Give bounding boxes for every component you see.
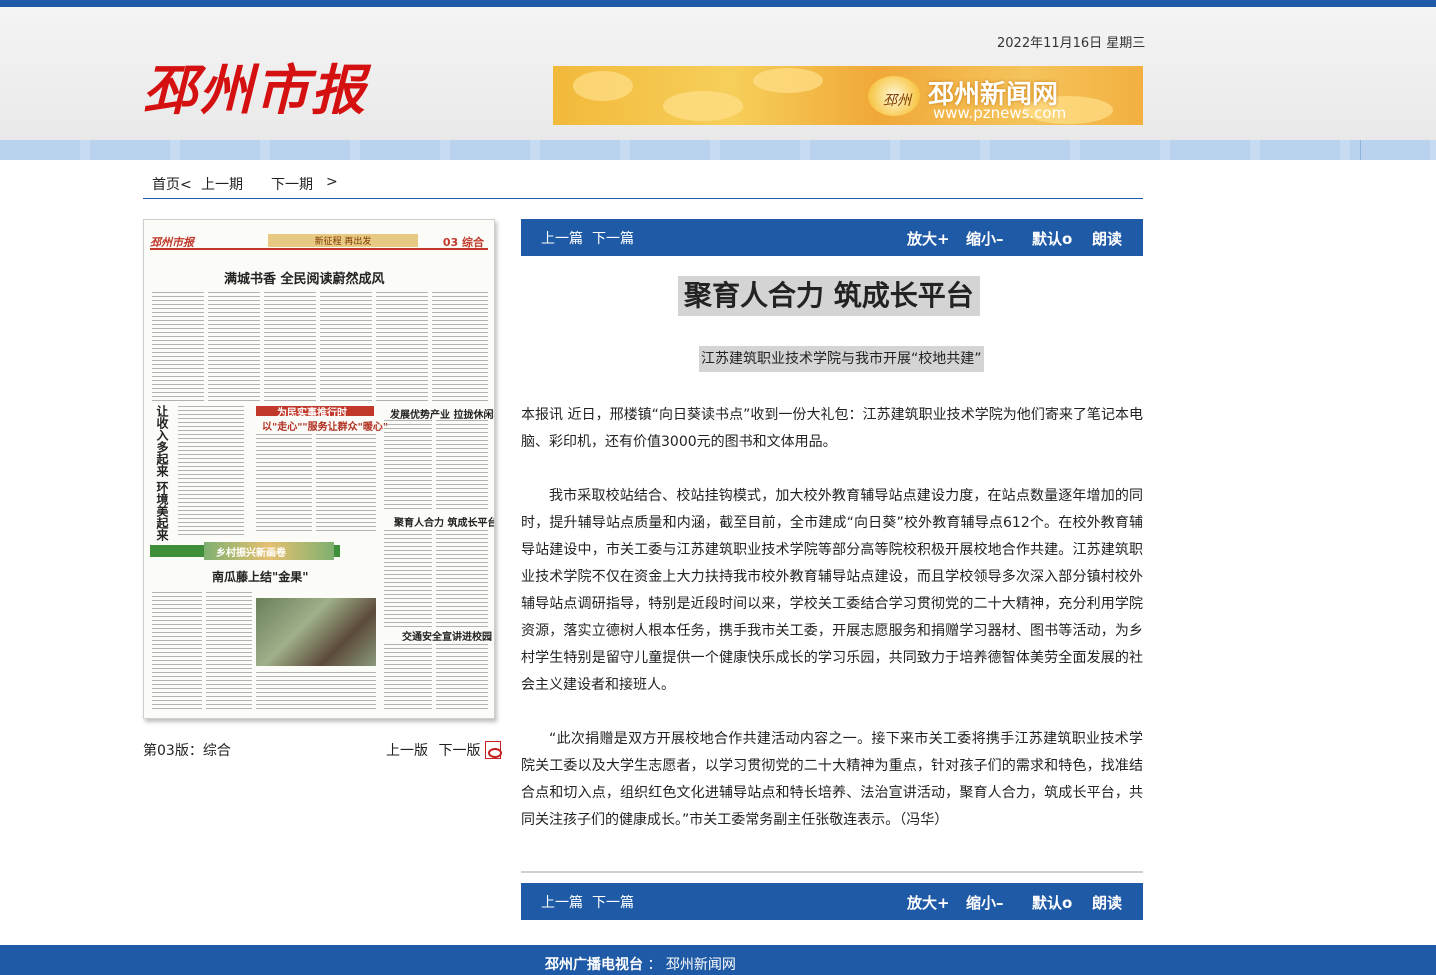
news-site-banner[interactable]: 邳州 邳州新闻网 www.pznews.com xyxy=(553,66,1143,125)
thumbnail-vertical-headline: 让收入多起来 环境美起来 xyxy=(155,405,169,542)
zoom-out-button[interactable]: 缩小– xyxy=(966,892,1004,913)
page-caption: 第03版：综合 xyxy=(143,740,231,760)
logo-text: 邳州市报 xyxy=(143,58,367,122)
thumbnail-green-section: 乡村振兴新画卷 xyxy=(216,548,286,559)
article-body: 本报讯 近日，邢楼镇“向日葵读书点”收到一份大礼包：江苏建筑职业技术学院为他们寄… xyxy=(521,402,1143,861)
footer-separator: ： xyxy=(647,957,662,973)
page-thumbnail[interactable]: 邳州市报 新征程 再出发 03 综合 满城书香 全民阅读蔚然成风 让收入多起来 … xyxy=(143,219,495,719)
thumbnail-headline-5: 发展优势产业 拉拢休闲增收 xyxy=(390,410,494,421)
page-nav: 上一版 下一版 xyxy=(386,740,480,760)
page-section-link[interactable]: 综合 xyxy=(203,743,231,759)
article-toolbar-bottom: 上一篇 下一篇 放大+ 缩小– 默认o 朗读 xyxy=(521,883,1143,920)
article-paragraph: “此次捐赠是双方开展校地合作共建活动内容之一。接下来市关工委将携手江苏建筑职业技… xyxy=(521,731,1143,828)
thumbnail-headline: 满城书香 全民阅读蔚然成风 xyxy=(224,272,385,287)
thumbnail-headline-4: 交通安全宣讲进校园 xyxy=(402,632,492,643)
thumbnail-logo: 邳州市报 xyxy=(150,236,194,249)
current-date: 2022年11月16日 星期三 xyxy=(997,36,1146,51)
page-number-label: 第03版： xyxy=(143,743,203,759)
divider xyxy=(521,871,1143,873)
article-paragraph: 我市采取校站结合、校站挂钩模式，加大校外教育辅导站点建设力度，在站点数量逐年增加… xyxy=(521,488,1143,693)
next-article-link[interactable]: 下一篇 xyxy=(592,228,634,248)
home-link[interactable]: 首页< xyxy=(152,174,192,194)
next-article-link[interactable]: 下一篇 xyxy=(592,892,634,912)
read-aloud-button[interactable]: 朗读 xyxy=(1092,228,1122,249)
thumbnail-photo xyxy=(256,598,376,666)
read-aloud-button[interactable]: 朗读 xyxy=(1092,892,1122,913)
zoom-out-button[interactable]: 缩小– xyxy=(966,228,1004,249)
thumbnail-page-label: 03 综合 xyxy=(442,236,484,249)
footer-links: 邳州广播电视台 ： 邳州新闻网 xyxy=(545,954,736,974)
newspaper-logo[interactable]: 邳州市报 xyxy=(143,55,367,125)
zoom-in-button[interactable]: 放大+ xyxy=(907,228,950,249)
zoom-in-button[interactable]: 放大+ xyxy=(907,892,950,913)
news-site-link[interactable]: 邳州新闻网 xyxy=(666,957,736,973)
next-page-link[interactable]: 下一版 xyxy=(438,743,480,759)
thumbnail-red-subhead: 以"走心""服务让群众"暖心" xyxy=(262,422,389,433)
banner-url: www.pznews.com xyxy=(933,104,1067,122)
default-size-button[interactable]: 默认o xyxy=(1032,892,1072,913)
prev-article-link[interactable]: 上一篇 xyxy=(541,892,583,912)
header-stripe xyxy=(0,140,1436,160)
thumbnail-red-section: 为民实事推行时 xyxy=(277,408,347,419)
article-title: 聚育人合力 筑成长平台 xyxy=(678,276,980,316)
article-toolbar-top: 上一篇 下一篇 放大+ 缩小– 默认o 朗读 xyxy=(521,219,1143,256)
footer: 邳州广播电视台 ： 邳州新闻网 xyxy=(0,945,1436,975)
issue-nav: 首页< 上一期 下一期 > xyxy=(143,168,1143,199)
thumbnail-headline-3: 聚育人合力 筑成长平台 xyxy=(394,518,495,529)
tv-station-link[interactable]: 邳州广播电视台 xyxy=(545,957,643,973)
chevron-right-icon[interactable]: > xyxy=(326,174,338,190)
masthead: 2022年11月16日 星期三 邳州市报 邳州 邳州新闻网 www.pznews… xyxy=(0,7,1436,140)
thumbnail-slogan: 新征程 再出发 xyxy=(268,234,418,247)
prev-article-link[interactable]: 上一篇 xyxy=(541,228,583,248)
thumbnail-header: 邳州市报 新征程 再出发 03 综合 xyxy=(150,234,488,250)
article-subtitle: 江苏建筑职业技术学院与我市开展“校地共建” xyxy=(699,346,984,372)
next-issue-link[interactable]: 下一期 xyxy=(271,174,313,194)
thumbnail-headline-2: 南瓜藤上结"金果" xyxy=(212,570,309,584)
article-paragraph: 本报讯 近日，邢楼镇“向日葵读书点”收到一份大礼包：江苏建筑职业技术学院为他们寄… xyxy=(521,407,1143,450)
prev-issue-link[interactable]: 上一期 xyxy=(201,174,243,194)
prev-page-link[interactable]: 上一版 xyxy=(386,743,428,759)
banner-mark: 邳州 xyxy=(883,93,911,109)
default-size-button[interactable]: 默认o xyxy=(1032,228,1072,249)
pdf-icon[interactable] xyxy=(485,741,502,759)
top-bar xyxy=(0,0,1436,7)
